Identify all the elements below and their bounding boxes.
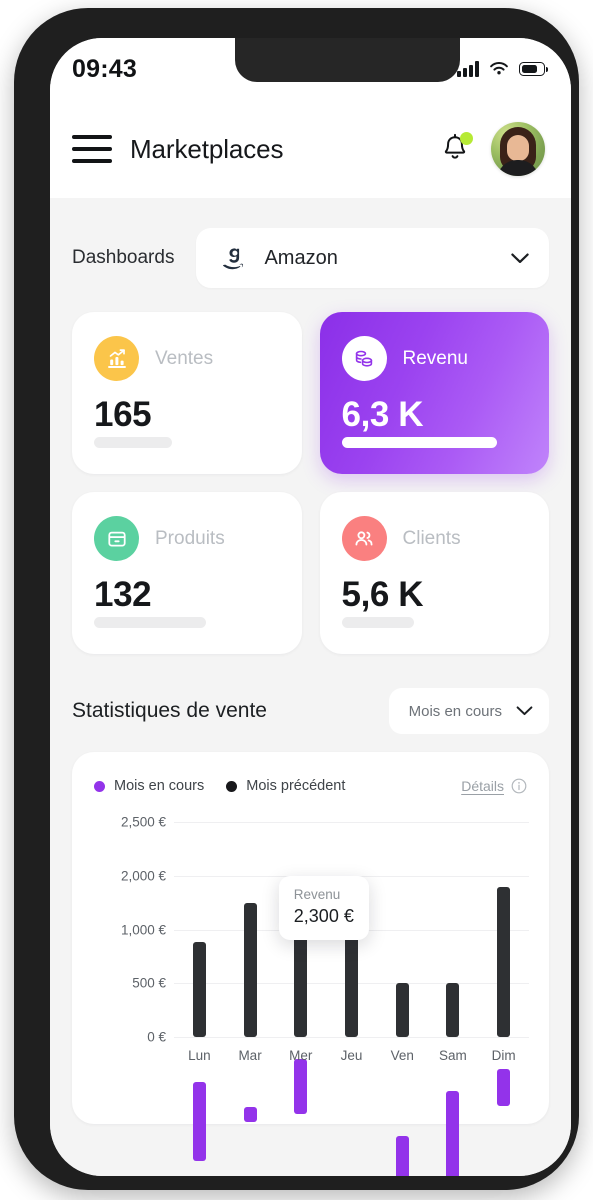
details-link[interactable]: Détails [461,778,527,794]
chart-tooltip: Revenu 2,300 € [278,875,369,940]
phone-frame: 09:43 Marketplaces Dashboards Amazon Ven… [14,8,579,1190]
x-tick-label: Dim [491,1048,516,1063]
tooltip-label: Revenu [293,886,341,902]
statistics-title: Statistiques de vente [72,699,267,722]
legend-item-current[interactable]: Mois en cours [94,778,204,794]
header-actions [441,122,545,176]
stat-card-label: Ventes [155,347,214,369]
legend-swatch [226,780,238,792]
dashboards-label: Dashboards [72,247,175,268]
dashboards-row: Dashboards Amazon [72,228,549,288]
amazon-icon [223,248,244,270]
y-tick-label: 1,000 € [120,922,166,937]
legend-swatch [94,780,105,792]
period-label: Mois en cours [408,702,502,720]
app-header: Marketplaces [50,100,571,198]
statistics-header: Statistiques de vente Mois en cours [72,688,549,734]
stat-card-revenu[interactable]: Revenu 6,3 K [319,312,549,474]
legend-item-previous[interactable]: Mois précédent [226,778,345,794]
info-icon [511,778,527,794]
stat-card-produits[interactable]: Produits 132 [72,492,302,654]
hamburger-menu-icon[interactable] [72,135,112,163]
stat-card-label: Revenu [402,347,469,369]
stat-card-clients[interactable]: Clients 5,6 K [319,492,549,654]
bar-segment-previous [497,886,511,1037]
y-tick-label: 2,000 € [120,868,166,884]
avatar[interactable] [491,122,545,176]
stat-card-label: Produits [155,527,225,549]
sales-chart-icon [94,336,139,381]
users-icon [341,516,387,561]
details-label: Détails [461,778,504,794]
progress-bar [94,617,206,628]
bar-segment-current [395,1136,409,1176]
marketplace-select[interactable]: Amazon [196,228,549,288]
tooltip-value: 2,300 € [293,905,354,926]
chart-plot-area: 2,500 € 2,000 € 1,000 € 500 € 0 € Lun Mar Mer J… [94,815,529,1176]
stat-card-value: 132 [94,575,152,614]
progress-bar [94,437,172,448]
x-tick-label: Jeu [340,1048,363,1063]
notification-badge-dot [460,132,473,145]
bar-segment-current [243,1106,257,1122]
marketplace-value: Amazon [264,246,338,269]
progress-bar [341,437,497,448]
phone-notch [235,38,460,82]
screenshot-root: 09:43 Marketplaces Dashboards Amazon Ven… [0,0,593,1200]
status-time: 09:43 [72,54,137,83]
stat-card-label: Clients [402,527,461,549]
wifi-icon [490,62,508,75]
bar-segment-previous [243,902,257,1037]
cellular-signal-icon [457,61,479,77]
x-tick-label: Mer [289,1048,313,1063]
y-tick-label: 500 € [132,975,166,991]
chevron-down-icon [516,706,533,716]
progress-bar [341,617,414,628]
stat-card-value: 5,6 K [341,575,424,614]
legend-label: Mois en cours [114,778,205,794]
bar-segment-current [446,1090,460,1176]
x-tick-label: Sam [439,1048,467,1063]
sales-chart-card: Mois en cours Mois précédent Détails 2,5… [72,752,549,1176]
chart-x-axis: Lun Mar Mer Jeu Ven Sam Dim [174,1048,529,1072]
legend-label: Mois précédent [246,778,346,794]
x-tick-label: Lun [188,1048,211,1063]
x-tick-label: Ven [390,1048,414,1063]
gridline [174,1037,529,1038]
period-select[interactable]: Mois en cours [388,688,549,734]
main-content: Dashboards Amazon Ventes 165 Revenu 6,3 … [50,198,571,1176]
y-tick-label: 0 € [147,1029,166,1045]
x-tick-label: Mar [238,1048,262,1063]
bar-segment-current [192,1082,206,1162]
battery-icon [519,62,548,76]
coins-icon [341,336,387,381]
chevron-down-icon [511,253,529,263]
stat-cards-grid: Ventes 165 Revenu 6,3 K Produits 132 Cli… [72,312,549,654]
bar-segment-previous [446,983,460,1037]
page-title: Marketplaces [130,133,284,164]
stat-card-value: 165 [94,395,152,434]
bar-segment-previous [192,942,206,1037]
chart-legend: Mois en cours Mois précédent Détails [94,778,527,794]
y-tick-label: 2,500 € [120,814,166,830]
notification-button[interactable] [441,132,473,165]
status-icons [457,61,548,77]
stat-card-value: 6,3 K [341,395,424,434]
chart-y-axis: 2,500 € 2,000 € 1,000 € 500 € 0 € [94,815,166,1045]
box-icon [94,516,139,561]
bar-segment-previous [395,983,409,1037]
phone-screen: 09:43 Marketplaces Dashboards Amazon Ven… [50,38,571,1176]
stat-card-ventes[interactable]: Ventes 165 [72,312,302,474]
bar-segment-current [497,1069,511,1106]
